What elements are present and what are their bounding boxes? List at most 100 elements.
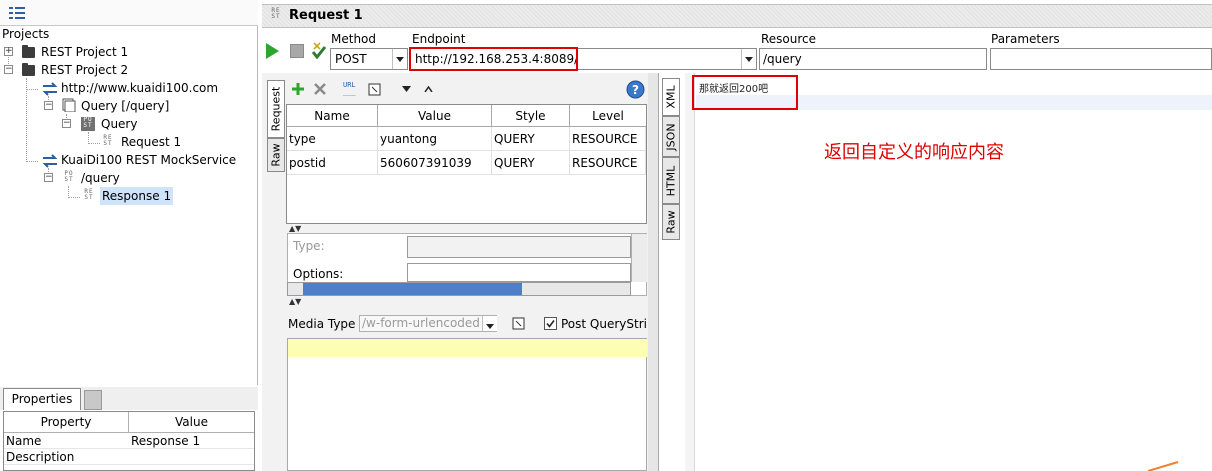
help-icon[interactable]: ? — [626, 80, 645, 99]
param-name[interactable]: postid — [287, 151, 378, 175]
run-icon[interactable] — [266, 43, 279, 59]
expand-window-icon[interactable] — [512, 317, 525, 330]
parameters-label: Parameters — [991, 32, 1060, 46]
mock-service-icon — [42, 154, 58, 168]
hscroll-thumb[interactable] — [303, 283, 522, 295]
tab-json[interactable]: JSON — [662, 116, 680, 157]
expand-toggle[interactable]: + — [4, 47, 13, 56]
collapse-toggle[interactable]: − — [4, 65, 13, 74]
splitter-arrows-icon[interactable]: ▲▼ — [289, 298, 301, 306]
column-header-name[interactable]: Name — [287, 105, 378, 127]
delete-icon[interactable] — [314, 83, 326, 95]
url-icon[interactable]: URL ___ — [343, 82, 356, 96]
tree-item-query-resource[interactable]: Query [/query] — [81, 97, 169, 115]
rest-icon: RE ST — [84, 188, 94, 201]
tree-item-response-1[interactable]: Response 1 — [100, 187, 174, 205]
tab-raw-response[interactable]: Raw — [662, 204, 680, 240]
tree-item-service[interactable]: http://www.kuaidi100.com — [61, 79, 218, 97]
expand-window-icon[interactable] — [368, 83, 381, 96]
resource-label: Resource — [761, 32, 817, 46]
collapse-toggle[interactable]: − — [44, 101, 53, 110]
tab-html[interactable]: HTML — [662, 157, 680, 204]
highlight-response — [692, 75, 798, 110]
service-arrows-icon — [42, 82, 58, 96]
column-header-level[interactable]: Level — [570, 105, 646, 127]
post-querystring-checkbox[interactable] — [544, 317, 557, 330]
annotation-text: 返回自定义的响应内容 — [824, 142, 1004, 163]
properties-table: Property Value Name Response 1 Descripti… — [3, 411, 255, 471]
params-toolbar: URL ___ ? — [286, 78, 647, 102]
add-icon[interactable] — [291, 82, 305, 96]
projects-title: Projects — [2, 27, 50, 41]
tree-item-request-1[interactable]: Request 1 — [121, 133, 181, 151]
tree-item-rest-project-1[interactable]: REST Project 1 — [41, 43, 128, 61]
splitter-arrows-icon[interactable]: ▲▼ — [289, 225, 301, 233]
options-label: Options: — [293, 267, 344, 281]
type-field[interactable] — [407, 236, 631, 258]
rest-icon: RE ST — [103, 134, 113, 147]
stop-icon[interactable] — [290, 44, 304, 58]
media-type-label: Media Type — [288, 317, 356, 331]
param-style[interactable]: QUERY — [492, 127, 570, 151]
request-titlebar — [262, 4, 1212, 28]
chevron-down-icon[interactable] — [741, 49, 756, 69]
property-value[interactable]: Response 1 — [129, 433, 254, 449]
tree-item-mock-service[interactable]: KuaiDi100 REST MockService — [61, 151, 236, 169]
param-value[interactable]: yuantong — [378, 127, 492, 151]
endpoint-label: Endpoint — [412, 32, 466, 46]
property-name[interactable]: Description — [4, 449, 129, 465]
tree-item-rest-project-2[interactable]: REST Project 2 — [41, 61, 128, 79]
tab-xml[interactable]: XML — [662, 78, 680, 116]
vertical-splitter[interactable] — [648, 73, 658, 471]
pointer-arrow-icon — [1148, 461, 1179, 471]
column-header-style[interactable]: Style — [492, 105, 570, 127]
method-label: Method — [331, 32, 377, 46]
request-body-editor[interactable] — [287, 338, 647, 471]
param-level[interactable]: RESOURCE — [570, 151, 646, 175]
param-level[interactable]: RESOURCE — [570, 127, 646, 151]
collapse-toggle[interactable]: − — [44, 173, 53, 182]
chevron-down-icon[interactable] — [392, 49, 407, 69]
method-select[interactable]: POST — [330, 48, 408, 70]
current-line-highlight — [288, 339, 647, 357]
parameters-field[interactable] — [990, 48, 1212, 70]
move-down-icon[interactable] — [402, 86, 411, 92]
rest-icon: RE ST — [271, 7, 281, 20]
media-type-select[interactable]: /w-form-urlencoded — [359, 315, 497, 332]
tree-view-icon[interactable] — [9, 6, 25, 20]
column-header-value[interactable]: Value — [129, 412, 254, 433]
details-scrollbar[interactable] — [631, 234, 647, 282]
tree-connector — [88, 143, 100, 144]
params-table: Name Value Style Level type yuantong QUE… — [286, 104, 647, 224]
resource-icon — [62, 98, 76, 112]
param-style[interactable]: QUERY — [492, 151, 570, 175]
tab-secondary[interactable] — [84, 390, 102, 410]
tab-request[interactable]: Request — [267, 80, 285, 138]
tree-item-mock-query[interactable]: /query — [81, 169, 120, 187]
response-panel — [658, 73, 1212, 471]
options-field[interactable] — [407, 263, 631, 282]
param-value[interactable]: 560607391039 — [378, 151, 492, 175]
tree-item-query-method[interactable]: Query — [101, 115, 137, 133]
property-value[interactable] — [129, 449, 254, 465]
column-header-value[interactable]: Value — [378, 105, 492, 127]
highlight-endpoint — [409, 47, 578, 71]
check-icon[interactable] — [311, 41, 327, 59]
chevron-down-icon[interactable] — [482, 316, 497, 331]
param-name[interactable]: type — [287, 127, 378, 151]
tab-raw-request[interactable]: Raw — [267, 138, 285, 172]
column-header-property[interactable]: Property — [4, 412, 129, 433]
property-name[interactable]: Name — [4, 433, 129, 449]
post-querystring-label: Post QueryStrir — [561, 317, 647, 331]
collapse-toggle[interactable]: − — [62, 119, 71, 128]
tree-connector — [26, 78, 27, 162]
tab-properties[interactable]: Properties — [3, 388, 81, 410]
move-up-icon[interactable] — [424, 86, 433, 92]
resource-field[interactable]: /query — [759, 48, 987, 70]
tree-connector — [26, 161, 38, 162]
tree-connector — [26, 89, 38, 90]
method-value: POST — [335, 52, 367, 66]
folder-icon — [22, 63, 35, 76]
svg-text:?: ? — [632, 83, 639, 97]
folder-icon — [22, 45, 35, 58]
